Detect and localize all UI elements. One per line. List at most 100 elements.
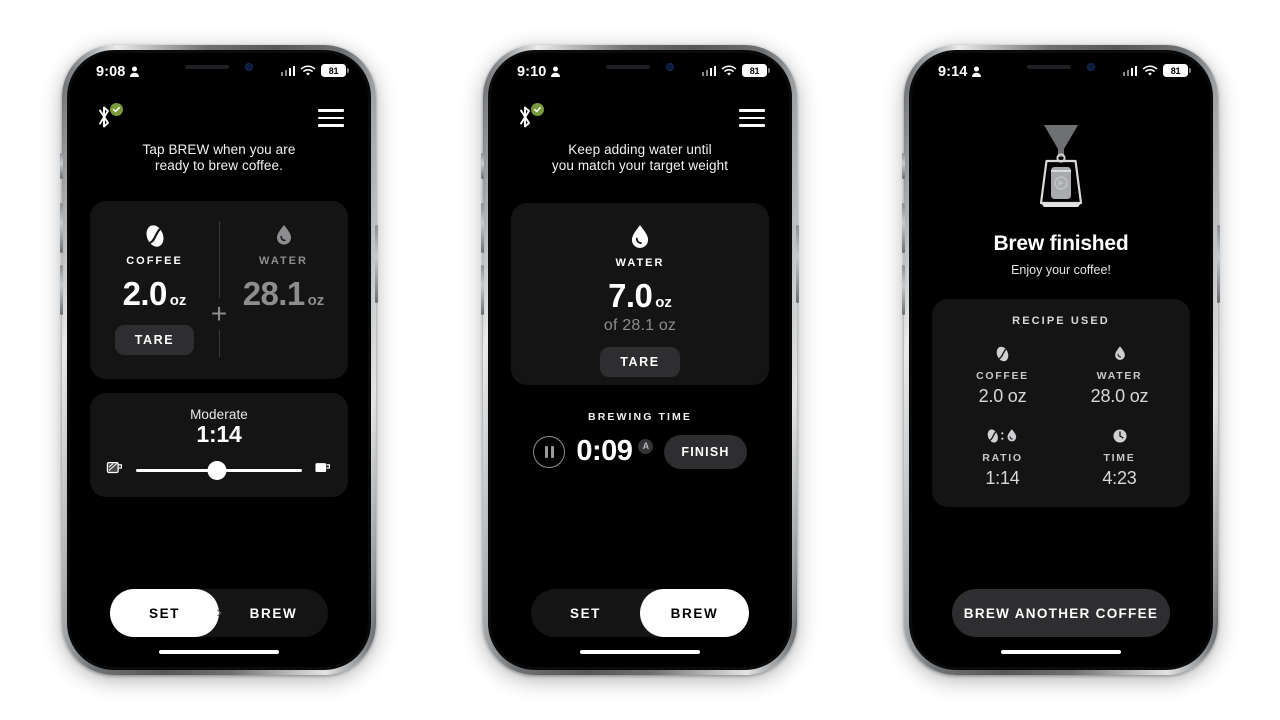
tare-button[interactable]: TARE	[600, 346, 680, 377]
mute-switch[interactable]	[60, 153, 63, 179]
strength-slider[interactable]	[136, 460, 302, 480]
bottom-nav-2: SET BREW	[531, 589, 749, 637]
volume-down-button[interactable]	[902, 265, 905, 315]
app-header-1	[70, 93, 368, 139]
home-indicator-2[interactable]	[511, 637, 769, 667]
wifi-icon	[721, 64, 737, 76]
water-unit: oz	[655, 293, 672, 311]
instruction-text-2: Keep adding water until you match your t…	[551, 142, 729, 174]
pause-icon[interactable]	[533, 435, 566, 468]
mute-switch[interactable]	[902, 153, 905, 179]
status-left-3: 9:14	[938, 64, 982, 80]
instruction-text-1: Tap BREW when you are ready to brew coff…	[142, 142, 296, 174]
wifi-icon	[300, 64, 316, 76]
plus-operator: +	[208, 297, 230, 330]
water-section: WATER 28.1 oz	[219, 201, 348, 379]
home-indicator-3[interactable]	[932, 637, 1190, 667]
hamburger-menu-icon[interactable]	[739, 109, 765, 127]
power-button[interactable]	[796, 225, 799, 303]
strength-slider-card: Moderate 1:14	[90, 392, 348, 497]
recipe-label-ratio: RATIO	[982, 452, 1023, 464]
volume-down-button[interactable]	[481, 265, 484, 315]
recipe-grid: COFFEE 2.0 oz WATER 28.0 oz RATIO 1:14 T…	[944, 343, 1178, 489]
coffee-value: 2.0	[122, 274, 168, 312]
coffee-bean-icon	[995, 343, 1010, 365]
screen-1: 9:08 81 Tap BREW when you are ready to b…	[70, 53, 368, 667]
wifi-icon	[1142, 64, 1158, 76]
phone-device-1: 9:08 81 Tap BREW when you are ready to b…	[60, 45, 378, 675]
cellular-signal-icon	[1122, 65, 1137, 76]
recipe-cell-time: TIME 4:23	[1061, 425, 1178, 489]
check-icon	[113, 106, 120, 113]
mute-switch[interactable]	[481, 153, 484, 179]
recipe-cell-coffee: COFFEE 2.0 oz	[944, 343, 1061, 407]
water-drop-icon	[1113, 343, 1127, 365]
app-header-2	[491, 93, 789, 139]
tab-set[interactable]: SET	[110, 589, 219, 637]
brewing-timer-row: 0:09 A FINISH	[511, 434, 769, 469]
water-amount: 28.1 oz	[243, 275, 325, 313]
battery-indicator: 81	[321, 64, 349, 77]
device-bezel-1: 9:08 81 Tap BREW when you are ready to b…	[67, 50, 371, 670]
pour-over-brewer-icon	[1024, 119, 1098, 218]
bluetooth-connected-icon[interactable]	[515, 103, 544, 132]
timer-value: 0:09	[576, 435, 633, 468]
volume-up-button[interactable]	[481, 203, 484, 253]
page-title: Brew finished	[993, 232, 1129, 255]
recipe-value-time: 4:23	[1102, 468, 1137, 488]
water-drop-icon	[628, 223, 652, 253]
cellular-signal-icon	[280, 65, 295, 76]
battery-indicator: 81	[1163, 64, 1191, 77]
location-person-icon	[551, 66, 561, 77]
slider-knob[interactable]	[207, 460, 227, 480]
home-indicator-1[interactable]	[90, 637, 348, 667]
tab-brew[interactable]: BREW	[219, 589, 328, 637]
chevron-right-icon: ›	[216, 604, 222, 621]
screen-2: 9:10 81 Keep adding water until you matc…	[491, 53, 789, 667]
screen-body-2: WATER 7.0 oz of 28.1 oz TARE BREWING TIM…	[491, 175, 789, 667]
brewing-time-label: BREWING TIME	[588, 410, 692, 423]
tab-brew[interactable]: BREW	[640, 589, 749, 637]
recipe-card-title: RECIPE USED	[1012, 315, 1110, 327]
location-person-icon	[972, 66, 982, 77]
power-button[interactable]	[375, 225, 378, 303]
coffee-water-card: + COFFEE 2.0 oz TARE WATER 28.1 oz	[90, 200, 348, 379]
recipe-label-water: WATER	[1096, 370, 1143, 382]
coffee-label: COFFEE	[126, 254, 183, 267]
phone-mockup-stage: 9:08 81 Tap BREW when you are ready to b…	[0, 0, 1280, 720]
hamburger-menu-icon[interactable]	[318, 109, 344, 127]
water-value: 7.0	[608, 276, 653, 314]
bottom-nav-1: SET › BREW	[110, 589, 328, 637]
recipe-label-coffee: COFFEE	[976, 370, 1029, 382]
recipe-label-time: TIME	[1103, 452, 1136, 464]
card-divider	[219, 220, 220, 357]
finish-button[interactable]: FINISH	[664, 434, 747, 469]
water-unit: oz	[307, 291, 325, 309]
clock-icon	[1112, 425, 1128, 447]
coffee-unit: oz	[169, 291, 187, 309]
recipe-value-water: 28.0 oz	[1090, 386, 1149, 406]
tare-button[interactable]: TARE	[114, 324, 195, 355]
strong-cup-icon	[106, 460, 124, 481]
power-button[interactable]	[1217, 225, 1220, 303]
recipe-cell-water: WATER 28.0 oz	[1061, 343, 1178, 407]
tab-set[interactable]: SET	[531, 589, 640, 637]
status-bar-3: 9:14 81	[912, 53, 1210, 93]
device-bezel-3: 9:14 81 Brew finished Enjoy your coffee!…	[909, 50, 1213, 670]
recipe-cell-ratio: RATIO 1:14	[944, 425, 1061, 489]
phone-device-2: 9:10 81 Keep adding water until you matc…	[481, 45, 799, 675]
status-right-2: 81	[701, 64, 770, 77]
volume-up-button[interactable]	[60, 203, 63, 253]
check-icon	[534, 106, 541, 113]
auto-mode-badge: A	[638, 438, 654, 454]
brew-another-coffee-button[interactable]: BREW ANOTHER COFFEE	[952, 589, 1170, 637]
status-left-2: 9:10	[517, 64, 561, 80]
volume-up-button[interactable]	[902, 203, 905, 253]
coffee-amount: 2.0 oz	[123, 275, 187, 313]
bluetooth-status-badge	[110, 103, 123, 116]
bluetooth-connected-icon[interactable]	[94, 103, 123, 132]
volume-down-button[interactable]	[60, 265, 63, 315]
recipe-used-card: RECIPE USED COFFEE 2.0 oz WATER 28.0 oz …	[932, 299, 1190, 507]
device-bezel-2: 9:10 81 Keep adding water until you matc…	[488, 50, 792, 670]
phone-device-3: 9:14 81 Brew finished Enjoy your coffee!…	[902, 45, 1220, 675]
